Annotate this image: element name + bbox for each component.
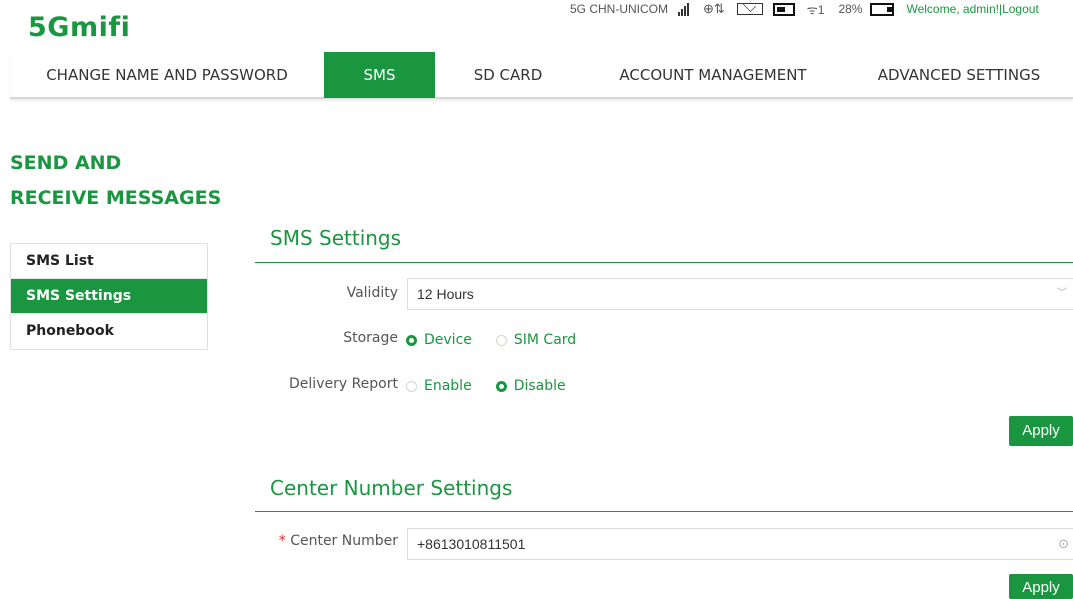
tab-sd-card[interactable]: SD CARD bbox=[435, 52, 581, 98]
sidebar-item-phonebook[interactable]: Phonebook bbox=[11, 314, 207, 349]
radio-unselected-icon bbox=[406, 380, 417, 392]
page-title-line1: SEND AND bbox=[10, 152, 122, 174]
validity-value: 12 Hours bbox=[417, 286, 474, 302]
battery-icon bbox=[870, 2, 895, 16]
storage-sim-card-radio[interactable]: SIM Card bbox=[495, 332, 577, 348]
delivery-disable-radio[interactable]: Disable bbox=[495, 378, 566, 394]
sms-settings-divider bbox=[255, 262, 1073, 263]
signal-icon bbox=[678, 2, 689, 16]
center-number-divider bbox=[255, 511, 1073, 512]
tab-account-management[interactable]: ACCOUNT MANAGEMENT bbox=[581, 52, 845, 98]
delivery-report-label: Delivery Report bbox=[289, 376, 398, 392]
storage-sim-card-label: SIM Card bbox=[513, 332, 577, 348]
sms-settings-apply-button[interactable]: Apply bbox=[1009, 416, 1073, 446]
delivery-enable-radio[interactable]: Enable bbox=[406, 378, 472, 394]
storage-device-label: Device bbox=[424, 332, 472, 348]
radio-selected-icon bbox=[495, 380, 507, 392]
network-label: 5G CHN-UNICOM bbox=[570, 2, 668, 16]
status-bar: 5G CHN-UNICOM ⊕⇅ ᯤ1 28% Welcome, admin!|… bbox=[570, 0, 1039, 22]
logout-link[interactable]: Logout bbox=[1002, 2, 1039, 16]
delivery-disable-label: Disable bbox=[513, 378, 566, 394]
check-circle-icon: ⊙ bbox=[1058, 536, 1069, 551]
center-number-apply-button[interactable]: Apply bbox=[1009, 574, 1073, 599]
tab-sms[interactable]: SMS bbox=[324, 52, 435, 98]
welcome-text: Welcome, admin!|Logout bbox=[906, 2, 1038, 16]
validity-label: Validity bbox=[346, 285, 398, 301]
center-number-label-text: Center Number bbox=[290, 533, 398, 549]
battery-percent: 28% bbox=[838, 2, 863, 16]
radio-selected-icon bbox=[406, 334, 417, 346]
sidebar-item-sms-list[interactable]: SMS List bbox=[11, 244, 207, 279]
tab-change-name-and-password[interactable]: CHANGE NAME AND PASSWORD bbox=[10, 52, 324, 98]
sidebar-item-sms-settings[interactable]: SMS Settings bbox=[11, 279, 207, 314]
logo: 5Gmifi bbox=[28, 12, 131, 43]
center-number-label: * Center Number bbox=[270, 533, 398, 549]
page-title: SEND AND RECEIVE MESSAGES bbox=[10, 146, 230, 216]
validity-select[interactable]: 12 Hours ﹀ bbox=[407, 278, 1073, 310]
main-nav: CHANGE NAME AND PASSWORD SMS SD CARD ACC… bbox=[10, 52, 1073, 99]
center-number-input[interactable]: +8613010811501 ⊙ bbox=[407, 528, 1073, 560]
radio-unselected-icon bbox=[495, 334, 507, 346]
delivery-enable-label: Enable bbox=[424, 378, 472, 394]
required-marker: * bbox=[278, 533, 286, 549]
storage-device-radio[interactable]: Device bbox=[406, 332, 472, 348]
chevron-down-icon: ﹀ bbox=[1057, 288, 1067, 299]
page-title-line2: RECEIVE MESSAGES bbox=[10, 187, 222, 209]
sim-icon bbox=[772, 2, 795, 16]
data-transfer-icon: ⊕⇅ bbox=[703, 1, 725, 16]
center-number-value: +8613010811501 bbox=[417, 536, 526, 552]
storage-radio-group: Device SIM Card bbox=[406, 332, 600, 348]
storage-label: Storage bbox=[343, 330, 398, 346]
mail-icon[interactable] bbox=[736, 3, 763, 15]
wifi-icon: ᯤ1 bbox=[806, 2, 825, 17]
sms-settings-title: SMS Settings bbox=[270, 226, 402, 250]
welcome-user: Welcome, admin! bbox=[906, 2, 999, 16]
tab-advanced-settings[interactable]: ADVANCED SETTINGS bbox=[845, 52, 1073, 98]
center-number-settings-title: Center Number Settings bbox=[270, 476, 513, 500]
sidebar: SMS List SMS Settings Phonebook bbox=[10, 243, 208, 350]
delivery-report-radio-group: Enable Disable bbox=[406, 378, 590, 394]
